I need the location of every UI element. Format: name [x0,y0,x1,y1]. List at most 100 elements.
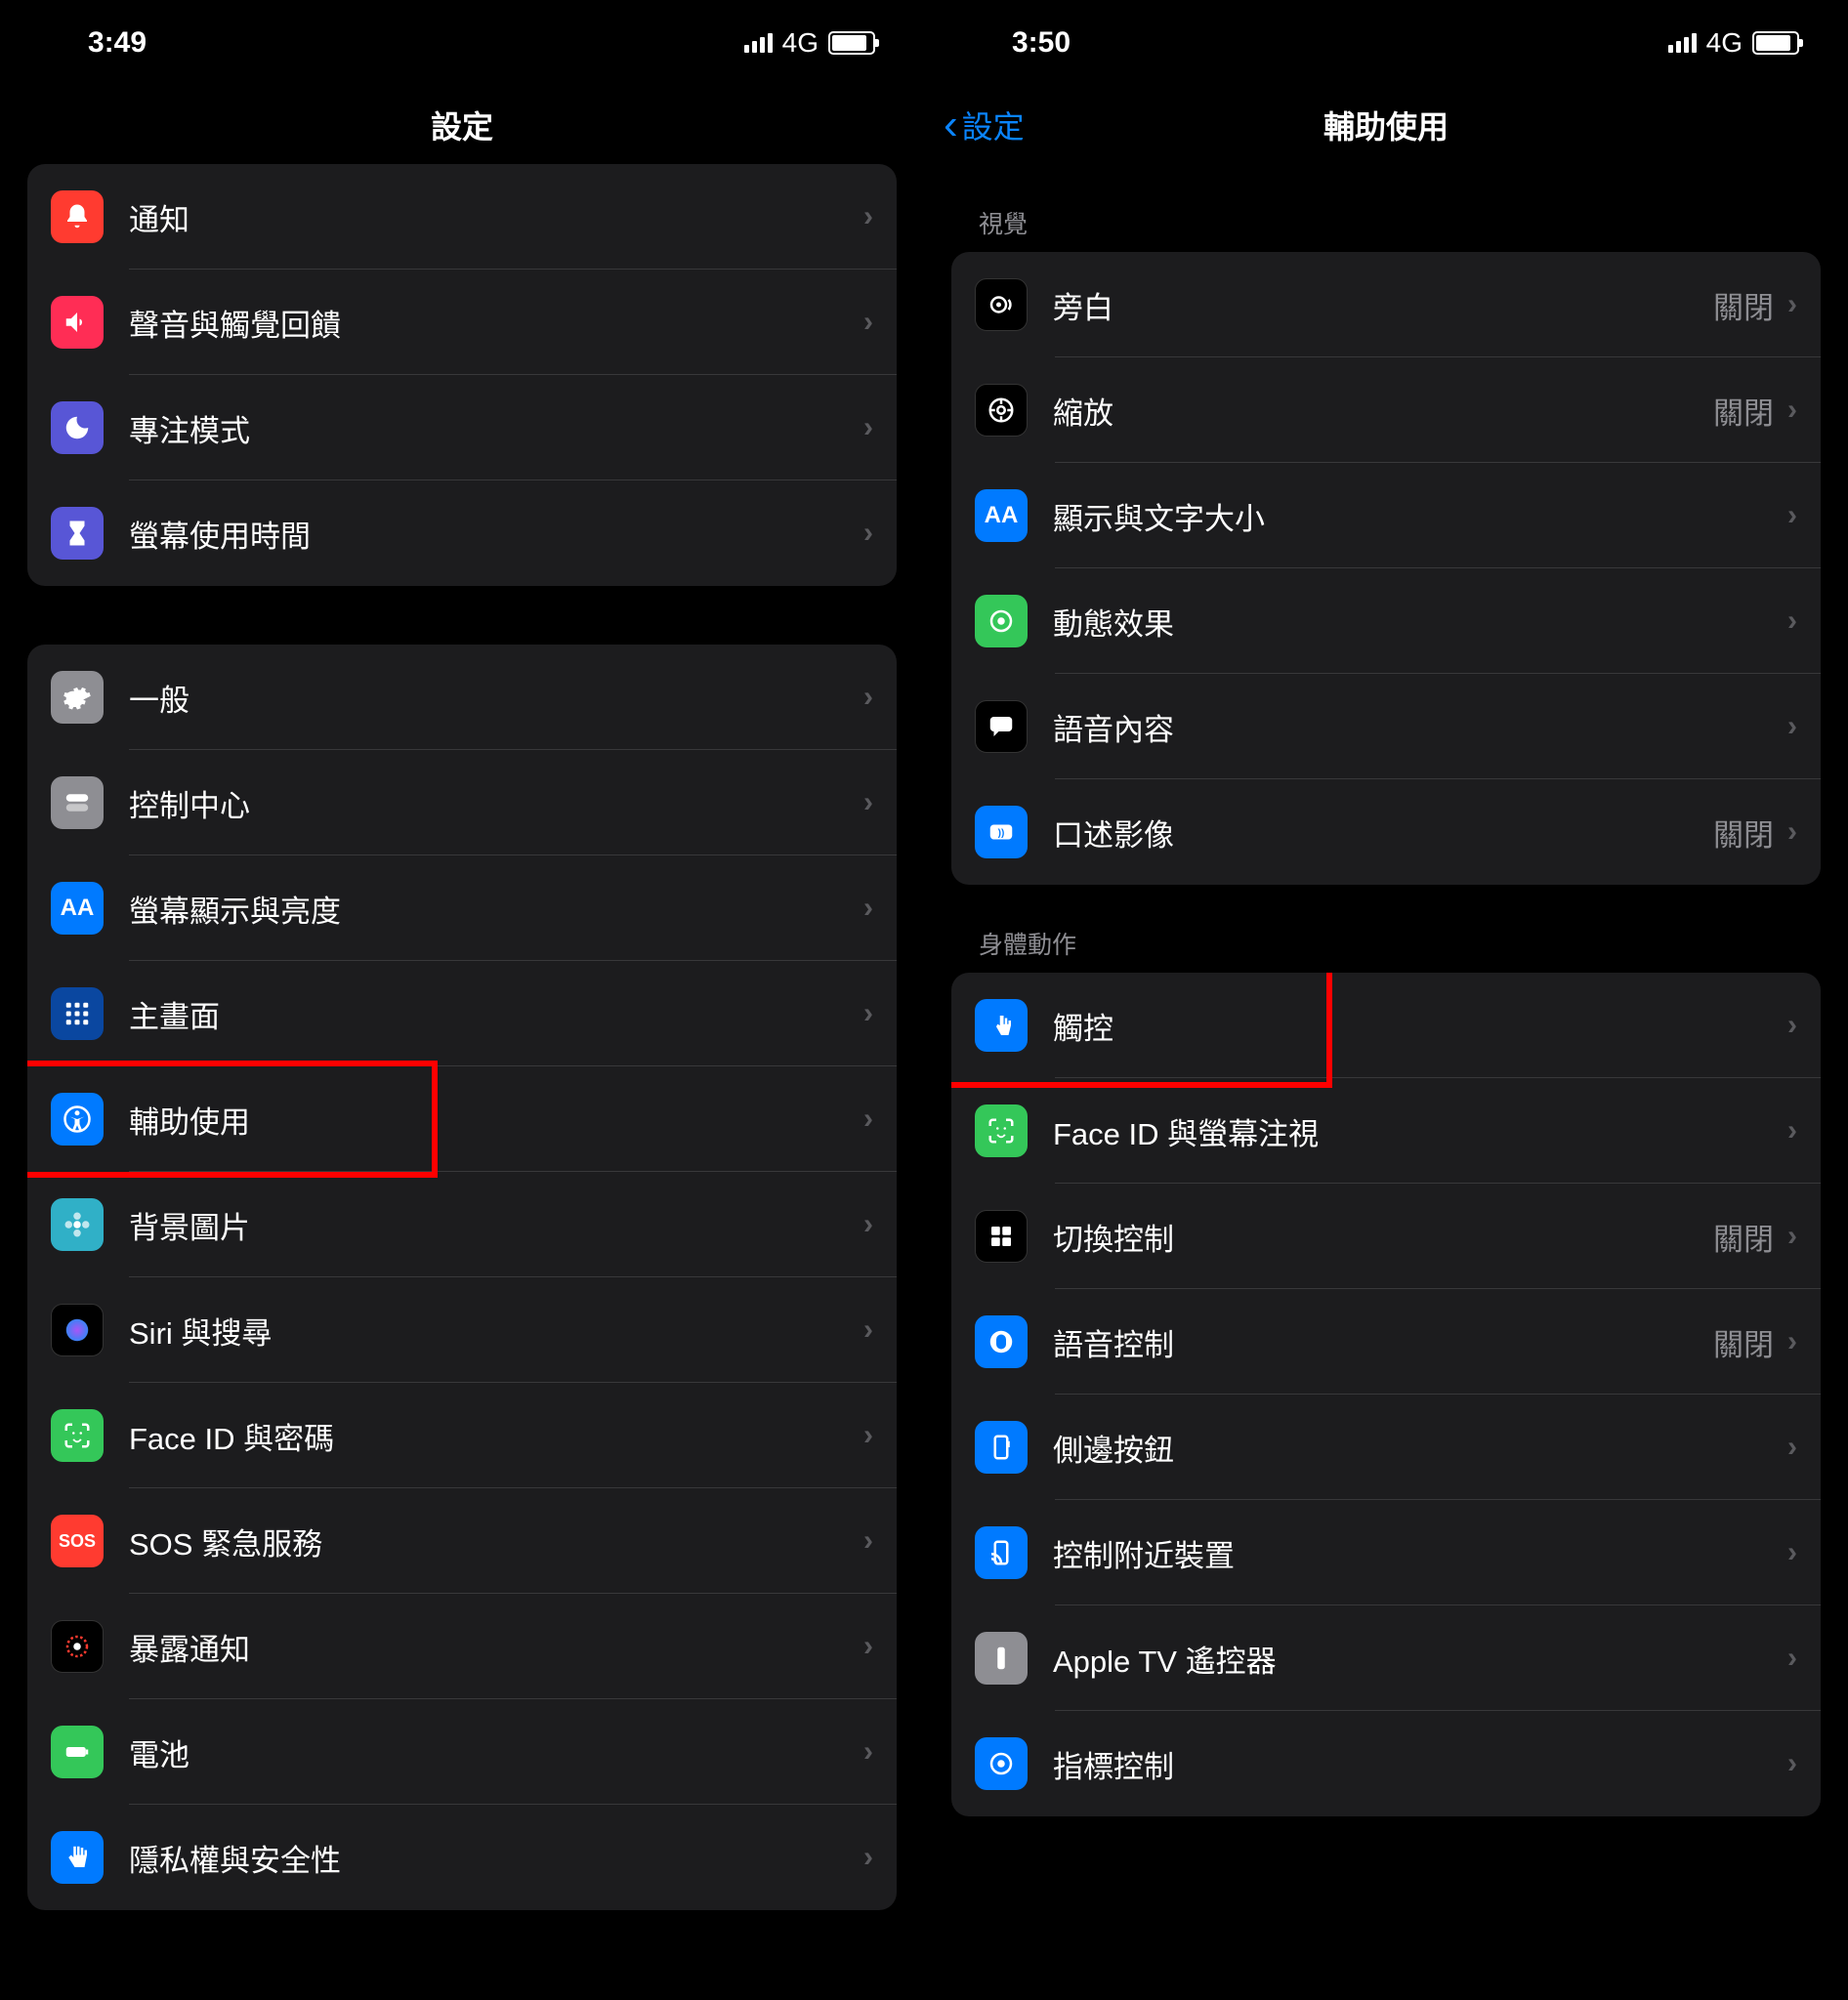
battery-icon [828,31,875,55]
voice-ctrl-icon [975,1315,1028,1368]
chevron-right-icon: › [1787,499,1797,532]
settings-row-hand[interactable]: 隱私權與安全性› [27,1805,897,1910]
chevron-right-icon: › [1787,1114,1797,1147]
row-label: Apple TV 遙控器 [1053,1637,1787,1681]
accessibility-content[interactable]: 視覺旁白關閉›縮放關閉›AA顯示與文字大小›動態效果›語音內容›))口述影像關閉… [924,164,1848,1816]
row-label: 控制附近裝置 [1053,1531,1787,1575]
sos-icon: SOS [51,1515,104,1567]
row-label: 主畫面 [129,992,863,1036]
settings-row-voice-ctrl[interactable]: 語音控制關閉› [951,1289,1821,1395]
settings-row-exposure[interactable]: 暴露通知› [27,1594,897,1699]
chevron-right-icon: › [863,1208,873,1241]
settings-row-zoom[interactable]: 縮放關閉› [951,357,1821,463]
nav-bar: 設定 [0,86,924,164]
settings-row-sos[interactable]: SOSSOS 緊急服務› [27,1488,897,1594]
motion-icon [975,595,1028,647]
settings-row-motion[interactable]: 動態效果› [951,568,1821,674]
signal-icon [1668,33,1697,53]
back-label: 設定 [962,103,1025,147]
settings-row-touch[interactable]: 觸控› [951,973,1821,1078]
row-label: Face ID 與密碼 [129,1414,863,1458]
chevron-right-icon: › [863,1103,873,1136]
settings-row-toggles[interactable]: 控制中心› [27,750,897,855]
chevron-right-icon: › [1787,1220,1797,1253]
chevron-right-icon: › [863,517,873,550]
settings-row-battery[interactable]: 電池› [27,1699,897,1805]
settings-row-audio-desc[interactable]: ))口述影像關閉› [951,779,1821,885]
aa-icon: AA [51,882,104,935]
chevron-right-icon: › [1787,1431,1797,1464]
status-time: 3:49 [88,26,147,60]
gear-icon [51,671,104,724]
settings-row-pointer[interactable]: 指標控制› [951,1711,1821,1816]
settings-row-grid[interactable]: 主畫面› [27,961,897,1066]
settings-row-aa[interactable]: AA螢幕顯示與亮度› [27,855,897,961]
settings-row-speech[interactable]: 語音內容› [951,674,1821,779]
settings-row-switch[interactable]: 切換控制關閉› [951,1184,1821,1289]
settings-row-gear[interactable]: 一般› [27,645,897,750]
settings-row-bell[interactable]: 通知› [27,164,897,270]
status-bar: 3:49 4G [0,0,924,86]
chevron-right-icon: › [863,411,873,444]
row-label: 動態效果 [1053,600,1787,644]
page-title: 輔助使用 [1323,103,1449,147]
settings-row-voiceover[interactable]: 旁白關閉› [951,252,1821,357]
zoom-icon [975,384,1028,437]
settings-group: 通知›聲音與觸覺回饋›專注模式›螢幕使用時間› [27,164,897,586]
row-label: 隱私權與安全性 [129,1836,863,1880]
chevron-right-icon: › [863,1841,873,1874]
settings-row-speaker[interactable]: 聲音與觸覺回饋› [27,270,897,375]
row-label: 觸控 [1053,1004,1787,1048]
settings-row-aa[interactable]: AA顯示與文字大小› [951,463,1821,568]
settings-row-faceid[interactable]: Face ID 與密碼› [27,1383,897,1488]
speech-icon [975,700,1028,753]
grid-icon [51,987,104,1040]
accessibility-screen: 3:50 4G ‹ 設定 輔助使用 視覺旁白關閉›縮放關閉›AA顯示與文字大小›… [924,0,1848,2000]
settings-row-faceid[interactable]: Face ID 與螢幕注視› [951,1078,1821,1184]
chevron-right-icon: › [1787,1325,1797,1358]
chevron-right-icon: › [1787,815,1797,849]
section-header: 視覺 [951,164,1821,252]
chevron-right-icon: › [1787,710,1797,743]
settings-group: 旁白關閉›縮放關閉›AA顯示與文字大小›動態效果›語音內容›))口述影像關閉› [951,252,1821,885]
nav-bar: ‹ 設定 輔助使用 [924,86,1848,164]
settings-row-side-btn[interactable]: 側邊按鈕› [951,1395,1821,1500]
touch-icon [975,999,1028,1052]
settings-group: 一般›控制中心›AA螢幕顯示與亮度›主畫面›輔助使用›背景圖片›Siri 與搜尋… [27,645,897,1910]
row-label: 語音控制 [1053,1320,1713,1364]
chevron-right-icon: › [1787,604,1797,638]
chevron-right-icon: › [863,1630,873,1663]
status-indicators: 4G [1668,27,1799,59]
hourglass-icon [51,507,104,560]
back-button[interactable]: ‹ 設定 [944,103,1025,147]
row-label: 口述影像 [1053,811,1713,854]
row-label: 顯示與文字大小 [1053,494,1787,538]
exposure-icon [51,1620,104,1673]
settings-row-tv-remote[interactable]: Apple TV 遙控器› [951,1605,1821,1711]
chevron-right-icon: › [863,306,873,339]
row-label: 指標控制 [1053,1742,1787,1786]
row-label: 語音內容 [1053,705,1787,749]
side-btn-icon [975,1421,1028,1474]
flower-icon [51,1198,104,1251]
settings-row-flower[interactable]: 背景圖片› [27,1172,897,1277]
settings-row-accessibility[interactable]: 輔助使用› [27,1066,897,1172]
row-value: 關閉 [1713,1215,1774,1259]
nearby-icon [975,1526,1028,1579]
settings-row-hourglass[interactable]: 螢幕使用時間› [27,480,897,586]
row-label: 側邊按鈕 [1053,1426,1787,1470]
pointer-icon [975,1737,1028,1790]
hand-icon [51,1831,104,1884]
row-value: 關閉 [1713,283,1774,327]
settings-row-nearby[interactable]: 控制附近裝置› [951,1500,1821,1605]
settings-row-moon[interactable]: 專注模式› [27,375,897,480]
svg-text:)): )) [998,828,1005,839]
row-label: 螢幕顯示與亮度 [129,887,863,931]
row-label: 專注模式 [129,406,863,450]
audio-desc-icon: )) [975,806,1028,858]
switch-icon [975,1210,1028,1263]
speaker-icon [51,296,104,349]
settings-row-siri[interactable]: Siri 與搜尋› [27,1277,897,1383]
status-indicators: 4G [744,27,875,59]
settings-content[interactable]: 通知›聲音與觸覺回饋›專注模式›螢幕使用時間›一般›控制中心›AA螢幕顯示與亮度… [0,164,924,1910]
